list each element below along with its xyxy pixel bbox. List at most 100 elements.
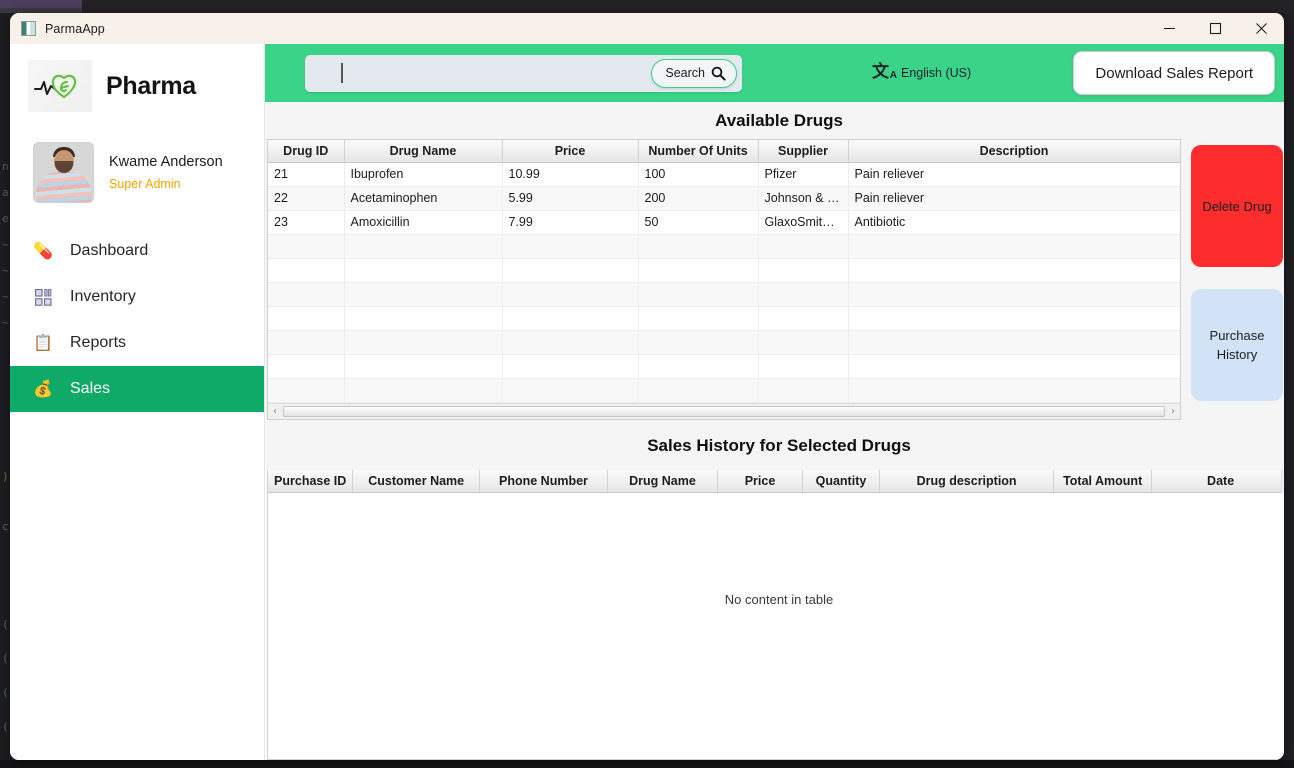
table-cell-empty [638,258,759,283]
table-cell-empty [758,258,849,283]
sales-history-title: Sales History for Selected Drugs [647,436,911,455]
sidebar: Pharma Kwame Anderson Super Admin 💊 Dash… [10,44,265,760]
sales-column-header[interactable]: Drug Name [607,470,719,493]
download-sales-report-button[interactable]: Download Sales Report [1073,51,1275,95]
drugs-table-header-row: Drug ID Drug Name Price Number Of Units Supp… [268,140,1180,163]
table-cell-empty [268,306,345,331]
sales-table-header-row: Purchase ID Customer Name Phone Number Drug… [268,470,1284,493]
table-row-empty[interactable] [268,282,1180,307]
profile-name: Kwame Anderson [109,153,223,170]
table-cell: 23 [268,210,345,235]
table-cell: GlaxoSmithKli... [758,210,849,235]
sales-column-header[interactable]: Purchase ID [268,470,354,493]
table-cell-empty [758,378,849,403]
drugs-horizontal-scrollbar[interactable]: ‹ › [268,403,1180,419]
table-cell-empty [268,282,345,307]
drugs-column-header[interactable]: Supplier [758,140,849,163]
ide-status-bar [0,760,1294,768]
avatar [34,142,93,202]
table-row-empty[interactable] [268,330,1180,355]
drugs-column-header[interactable]: Price [502,140,639,163]
ide-code-fragment: e [2,212,9,225]
table-cell: Pfizer [758,162,849,187]
top-toolbar: Search 文 A English (US) Download Sales R… [265,44,1284,102]
table-row-empty[interactable] [268,378,1180,403]
sidebar-item-inventory[interactable]: Inventory [10,274,264,320]
drugs-table-body: 21 Ibuprofen 10.99 100 Pfizer Pain reliever 22… [268,162,1180,419]
sales-column-header[interactable]: Total Amount [1053,470,1153,493]
sales-column-header[interactable]: Customer Name [352,470,481,493]
table-row-empty[interactable] [268,258,1180,283]
delete-drug-button[interactable]: Delete Drug [1191,145,1283,267]
user-profile[interactable]: Kwame Anderson Super Admin [10,116,264,208]
table-cell-empty [638,282,759,307]
table-cell-empty [638,378,759,403]
sidebar-item-dashboard[interactable]: 💊 Dashboard [10,228,264,274]
table-cell-empty [502,378,639,403]
search-button-label: Search [665,66,705,80]
table-cell-empty [758,354,849,379]
app-window: ParmaApp Pharma Kwame Anderson Super Adm… [10,13,1284,760]
table-cell: 100 [638,162,759,187]
sales-column-header[interactable]: Phone Number [479,470,608,493]
sidebar-item-reports[interactable]: 📋 Reports [10,320,264,366]
table-row[interactable]: 21 Ibuprofen 10.99 100 Pfizer Pain reliever [268,162,1180,187]
translate-sub: A [889,70,897,81]
purchase-history-button[interactable]: Purchase History [1191,289,1283,401]
minimize-icon[interactable] [1146,13,1192,44]
table-cell-empty [758,306,849,331]
app-tile-icon [21,21,36,36]
table-row[interactable]: 22 Acetaminophen 5.99 200 Johnson & Jo... Pai… [268,186,1180,211]
sales-table[interactable]: Purchase ID Customer Name Phone Number Drug… [268,470,1284,493]
sales-column-header[interactable]: Date [1151,470,1284,493]
table-cell-empty [638,234,759,259]
desktop-background: n a e ~ ~ ~ ~ ) c ( ( ( ( ParmaApp Pharm… [0,0,1294,768]
pill-icon: 💊 [33,243,53,260]
table-row-empty[interactable] [268,354,1180,379]
ide-code-fragment: n [2,160,9,173]
table-cell-empty [758,234,849,259]
main-content: Search 文 A English (US) Download Sales R… [265,44,1284,760]
scroll-left-arrow-icon[interactable]: ‹ [268,405,282,419]
blocks-icon [28,288,58,306]
close-icon[interactable] [1238,13,1284,44]
sales-column-header[interactable]: Quantity [802,470,881,493]
sales-history-section: Sales History for Selected Drugs [265,420,1284,470]
search-box[interactable]: Search [305,54,742,92]
table-cell-empty [848,330,1180,355]
sidebar-item-label: Reports [70,334,127,351]
scrollbar-thumb[interactable] [283,406,1165,417]
drugs-column-header[interactable]: Description [848,140,1180,163]
ide-code-fragment: ( [2,686,9,699]
ide-code-fragment: ~ [2,316,9,329]
drugs-column-header[interactable]: Number Of Units [638,140,759,163]
search-button[interactable]: Search [651,58,737,88]
table-cell-empty [502,354,639,379]
table-row-empty[interactable] [268,306,1180,331]
table-cell: 7.99 [502,210,639,235]
table-cell-empty [638,330,759,355]
table-cell-empty [344,378,503,403]
language-selector[interactable]: 文 A English (US) [872,62,971,84]
brand-name: Pharma [106,71,196,100]
drugs-column-header[interactable]: Drug Name [344,140,503,163]
language-label: English (US) [901,66,972,80]
title-bar[interactable]: ParmaApp [10,13,1284,44]
table-row-empty[interactable] [268,234,1180,259]
table-cell: 21 [268,162,345,187]
sales-vertical-scrollbar[interactable] [1281,470,1284,493]
table-cell-empty [758,330,849,355]
table-cell-empty [344,234,503,259]
scroll-right-arrow-icon[interactable]: › [1166,405,1180,419]
window-controls [1146,13,1284,44]
drugs-table[interactable]: Drug ID Drug Name Price Number Of Units Supp… [268,140,1180,419]
ide-code-fragment: ~ [2,290,9,303]
table-cell: Pain reliever [848,186,1180,211]
sidebar-item-sales[interactable]: 💰 Sales [10,366,264,412]
sales-column-header[interactable]: Price [717,470,803,493]
sales-column-header[interactable]: Drug description [879,470,1055,493]
drugs-column-header[interactable]: Drug ID [268,140,345,163]
sales-empty-message: No content in table [724,592,834,607]
table-row[interactable]: 23 Amoxicillin 7.99 50 GlaxoSmithKli... Antib… [268,210,1180,235]
maximize-icon[interactable] [1192,13,1238,44]
